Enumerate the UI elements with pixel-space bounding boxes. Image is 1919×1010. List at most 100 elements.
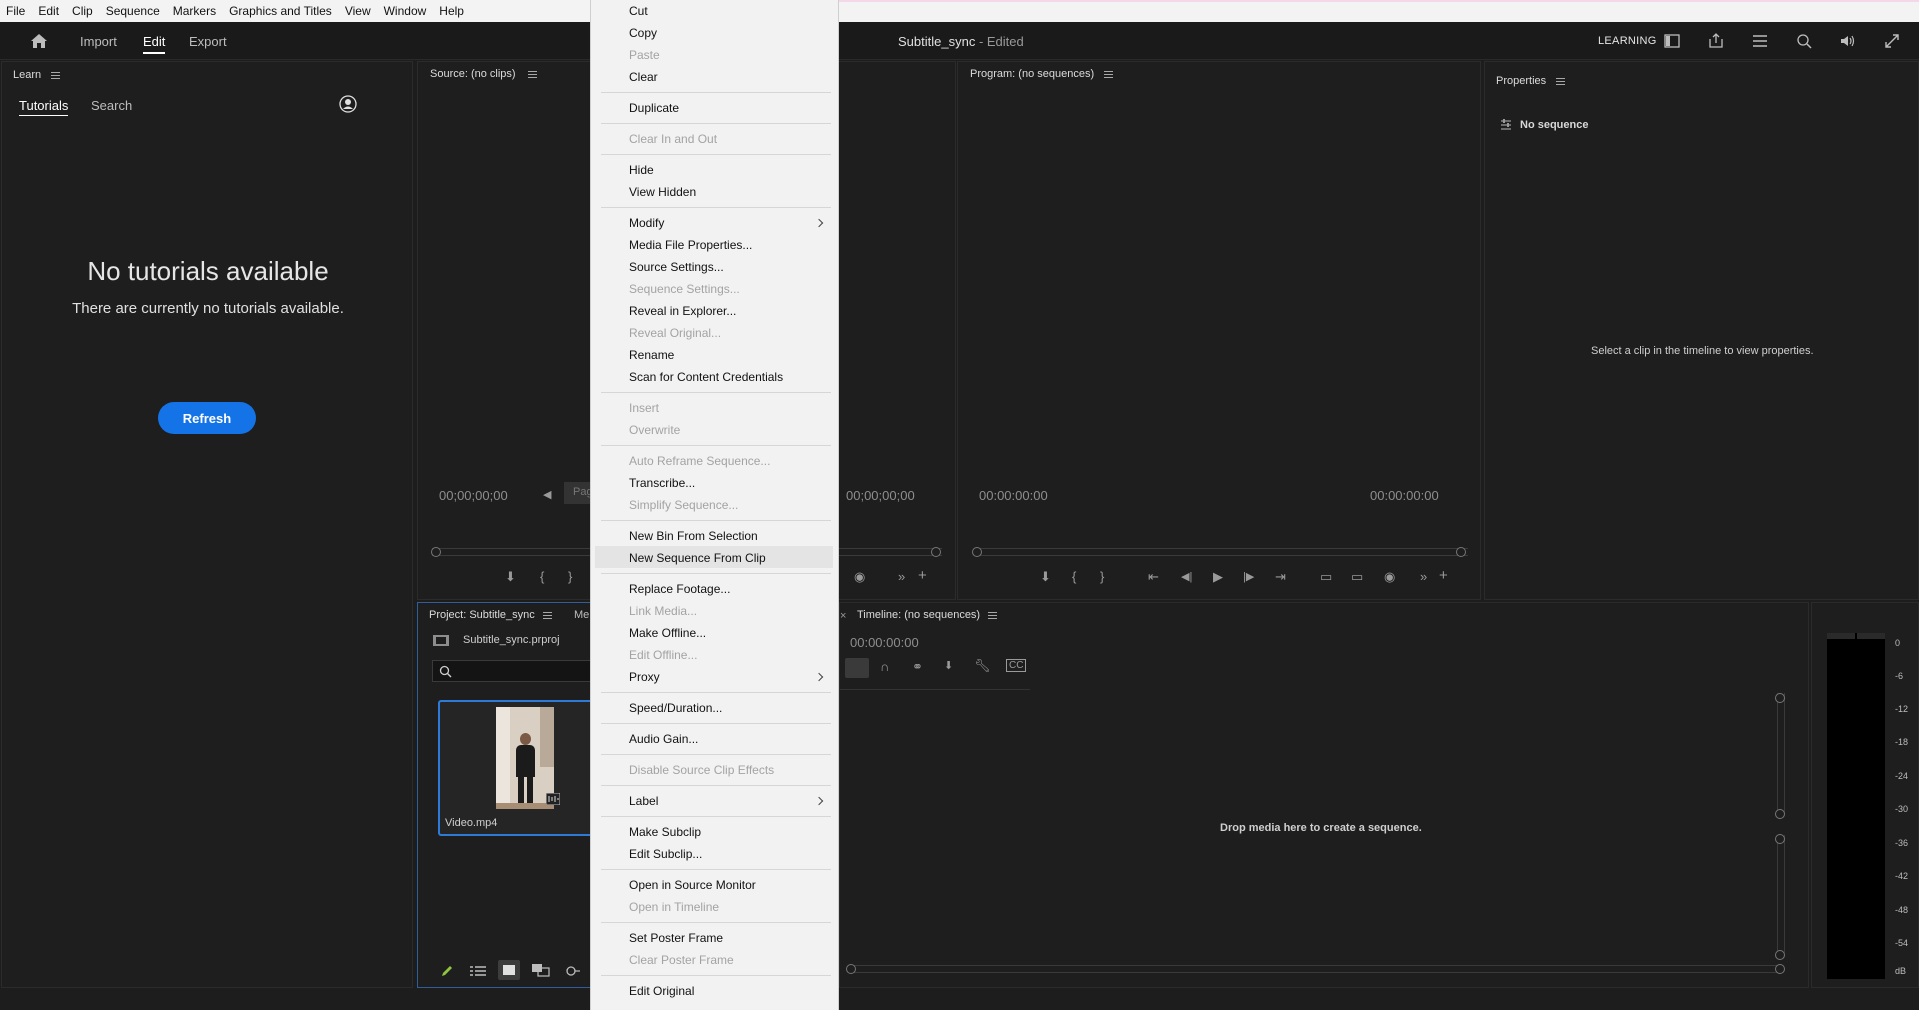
- workspace-layout-icon[interactable]: [1663, 32, 1681, 50]
- properties-panel-tab[interactable]: Properties: [1496, 75, 1546, 87]
- ctx-hide[interactable]: Hide: [629, 163, 654, 177]
- ctx-proxy[interactable]: Proxy: [629, 670, 660, 684]
- timeline-timecode[interactable]: 00:00:00:00: [850, 635, 919, 650]
- ctx-open-in-source-monitor[interactable]: Open in Source Monitor: [629, 878, 756, 892]
- timeline-close-icon[interactable]: ×: [840, 610, 846, 622]
- video-scroll-bottom[interactable]: [1775, 809, 1785, 819]
- source-export-frame-icon[interactable]: ◉: [854, 569, 865, 585]
- ctx-speed-duration[interactable]: Speed/Duration...: [629, 701, 722, 715]
- timeline-zoom-start[interactable]: [846, 964, 856, 974]
- ctx-overwrite[interactable]: Overwrite: [629, 423, 680, 437]
- audio-track-scrollbar[interactable]: [1777, 835, 1785, 953]
- volume-icon[interactable]: [1839, 32, 1857, 50]
- user-profile-icon[interactable]: [339, 95, 357, 113]
- ctx-reveal-original[interactable]: Reveal Original...: [629, 326, 721, 340]
- source-mark-in-icon[interactable]: {: [540, 569, 544, 584]
- learn-panel-tab[interactable]: Learn: [13, 69, 41, 81]
- program-add-button-icon[interactable]: +: [1439, 567, 1448, 584]
- icon-view-button[interactable]: [498, 960, 520, 980]
- workspace-switcher[interactable]: LEARNING: [1598, 35, 1657, 47]
- source-add-button-icon[interactable]: +: [918, 567, 927, 584]
- go-to-in-icon[interactable]: ⇤: [1148, 569, 1159, 585]
- source-panel-tab[interactable]: Source: (no clips): [430, 68, 516, 80]
- project-panel-menu-icon[interactable]: [543, 612, 552, 619]
- menu-file[interactable]: File: [6, 4, 25, 18]
- lift-icon[interactable]: ▭: [1320, 569, 1332, 585]
- source-scrubber-end[interactable]: [931, 547, 941, 557]
- menu-sequence[interactable]: Sequence: [106, 4, 160, 18]
- refresh-button[interactable]: Refresh: [158, 402, 256, 434]
- ctx-reveal-in-explorer[interactable]: Reveal in Explorer...: [629, 304, 736, 318]
- video-scroll-top[interactable]: [1775, 693, 1785, 703]
- ctx-new-sequence-from-clip[interactable]: New Sequence From Clip: [629, 551, 766, 565]
- tab-tutorials[interactable]: Tutorials: [19, 98, 69, 116]
- properties-panel-menu-icon[interactable]: [1556, 78, 1565, 85]
- fullscreen-icon[interactable]: [1883, 32, 1901, 50]
- step-forward-icon[interactable]: |▶: [1243, 570, 1254, 583]
- ctx-rename[interactable]: Rename: [629, 348, 674, 362]
- ctx-paste[interactable]: Paste: [629, 48, 660, 62]
- menu-clip[interactable]: Clip: [72, 4, 93, 18]
- program-scrubber-end[interactable]: [1456, 547, 1466, 557]
- program-mark-in-icon[interactable]: {: [1072, 569, 1076, 584]
- play-icon[interactable]: ▶: [1213, 569, 1223, 585]
- ctx-label[interactable]: Label: [629, 794, 658, 808]
- source-left-arrow-icon[interactable]: ◀: [543, 488, 551, 501]
- source-panel-menu-icon[interactable]: [528, 71, 537, 78]
- ctx-new-bin-from-selection[interactable]: New Bin From Selection: [629, 529, 758, 543]
- ctx-modify[interactable]: Modify: [629, 216, 664, 230]
- ctx-open-in-timeline[interactable]: Open in Timeline: [629, 900, 719, 914]
- go-to-out-icon[interactable]: ⇥: [1275, 569, 1286, 585]
- timeline-panel-menu-icon[interactable]: [988, 612, 997, 619]
- ctx-cut[interactable]: Cut: [629, 4, 648, 18]
- search-help-icon[interactable]: [1795, 32, 1813, 50]
- workspace-edit[interactable]: Edit: [143, 34, 166, 54]
- ctx-make-subclip[interactable]: Make Subclip: [629, 825, 701, 839]
- source-more-controls-icon[interactable]: »: [898, 569, 905, 584]
- ctx-scan-for-content-credentials[interactable]: Scan for Content Credentials: [629, 370, 783, 384]
- menu-markers[interactable]: Markers: [173, 4, 216, 18]
- ctx-replace-footage[interactable]: Replace Footage...: [629, 582, 730, 596]
- ctx-edit-original[interactable]: Edit Original: [629, 984, 694, 998]
- source-scrubber-start[interactable]: [431, 547, 441, 557]
- ctx-source-settings[interactable]: Source Settings...: [629, 260, 724, 274]
- menu-view[interactable]: View: [345, 4, 371, 18]
- ctx-view-hidden[interactable]: View Hidden: [629, 185, 696, 199]
- freeform-view-icon[interactable]: [532, 964, 550, 977]
- source-timecode-left[interactable]: 00;00;00;00: [439, 488, 508, 503]
- snap-icon[interactable]: ∩: [880, 659, 889, 674]
- nest-sequence-button[interactable]: [845, 658, 869, 678]
- workspace-export[interactable]: Export: [189, 34, 227, 49]
- video-track-scrollbar[interactable]: [1777, 693, 1785, 813]
- list-view-icon[interactable]: [470, 965, 486, 977]
- clip-thumbnail-card[interactable]: Video.mp4: [438, 700, 598, 836]
- ctx-media-file-properties[interactable]: Media File Properties...: [629, 238, 752, 252]
- menu-window[interactable]: Window: [384, 4, 427, 18]
- ctx-clear-poster-frame[interactable]: Clear Poster Frame: [629, 953, 734, 967]
- timeline-zoom-end[interactable]: [1775, 964, 1785, 974]
- menu-help[interactable]: Help: [439, 4, 464, 18]
- project-search-input[interactable]: [432, 660, 598, 682]
- ctx-set-poster-frame[interactable]: Set Poster Frame: [629, 931, 723, 945]
- ctx-clear-in-and-out[interactable]: Clear In and Out: [629, 132, 717, 146]
- timeline-settings-wrench-icon[interactable]: 🔧︎: [974, 658, 991, 674]
- step-back-icon[interactable]: ◀|: [1181, 570, 1192, 583]
- timeline-panel-tab[interactable]: Timeline: (no sequences): [857, 609, 980, 621]
- share-icon[interactable]: [1707, 32, 1725, 50]
- program-export-frame-icon[interactable]: ◉: [1384, 569, 1395, 585]
- ctx-copy[interactable]: Copy: [629, 26, 657, 40]
- program-scrubber[interactable]: [974, 548, 1468, 556]
- menu-graphics-and-titles[interactable]: Graphics and Titles: [229, 4, 332, 18]
- ctx-disable-source-clip-effects[interactable]: Disable Source Clip Effects: [629, 763, 774, 777]
- ctx-make-offline[interactable]: Make Offline...: [629, 626, 706, 640]
- menu-edit[interactable]: Edit: [38, 4, 59, 18]
- ctx-link-media[interactable]: Link Media...: [629, 604, 697, 618]
- captions-icon[interactable]: CC: [1006, 659, 1027, 672]
- ctx-audio-gain[interactable]: Audio Gain...: [629, 732, 698, 746]
- clip-name[interactable]: Video.mp4: [445, 817, 497, 829]
- workspace-import[interactable]: Import: [80, 34, 117, 49]
- source-timecode-right[interactable]: 00;00;00;00: [846, 488, 915, 503]
- program-panel-menu-icon[interactable]: [1104, 71, 1113, 78]
- ctx-edit-subclip[interactable]: Edit Subclip...: [629, 847, 702, 861]
- source-mark-out-icon[interactable]: }: [568, 569, 572, 584]
